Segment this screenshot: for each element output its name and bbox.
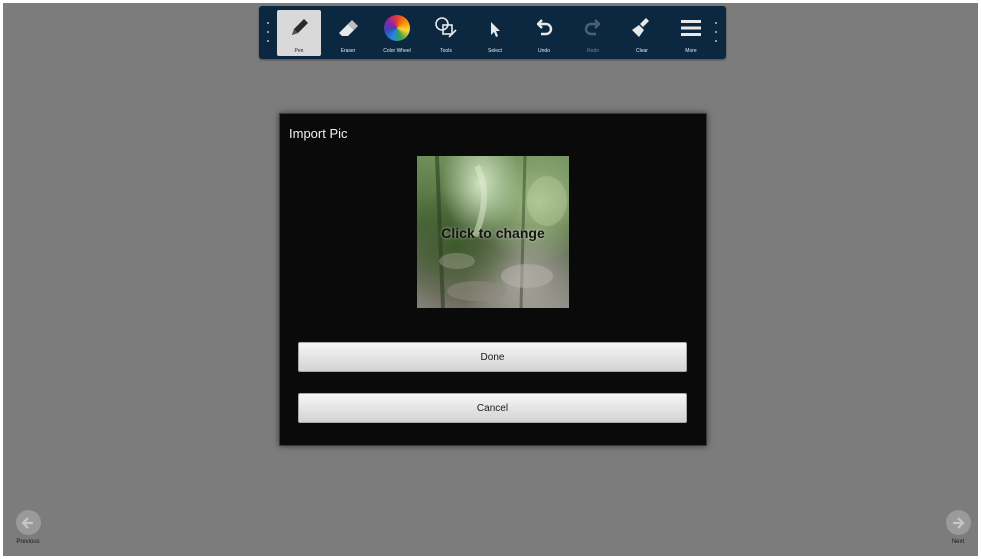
cancel-button[interactable]: Cancel: [298, 393, 687, 423]
toolbar-grip-left[interactable]: [267, 22, 270, 42]
tool-eraser[interactable]: Eraser: [326, 10, 370, 56]
tool-color-wheel[interactable]: Color Wheel: [375, 10, 419, 56]
tool-more[interactable]: More: [669, 10, 713, 56]
import-pic-dialog: Import Pic Click to change Done Cancel: [279, 113, 707, 446]
tool-tools[interactable]: Tools: [424, 10, 468, 56]
eraser-icon: [334, 14, 362, 42]
tool-label: Color Wheel: [383, 48, 411, 54]
tool-pen[interactable]: Pen: [277, 10, 321, 56]
tool-label: Redo: [587, 48, 599, 54]
click-to-change-label: Click to change: [441, 225, 545, 241]
previous-label: Previous: [16, 539, 40, 545]
dialog-title: Import Pic: [289, 126, 348, 141]
arrow-left-icon: [15, 510, 41, 535]
previous-button[interactable]: Previous: [13, 510, 43, 550]
pen-icon: [285, 14, 313, 42]
toolbar: Pen Eraser Color Wheel Tools Select Undo: [259, 6, 726, 59]
tool-redo[interactable]: Redo: [571, 10, 615, 56]
next-button[interactable]: Next: [943, 510, 973, 550]
broom-icon: [628, 14, 656, 42]
tool-clear[interactable]: Clear: [620, 10, 664, 56]
done-button[interactable]: Done: [298, 342, 687, 372]
tool-label: Eraser: [340, 48, 356, 54]
shapes-icon: [432, 14, 460, 42]
tool-select[interactable]: Select: [473, 10, 517, 56]
tool-label: Clear: [636, 48, 648, 54]
picture-preview[interactable]: Click to change: [417, 156, 569, 308]
tool-label: Pen: [294, 48, 304, 54]
menu-icon: [677, 14, 705, 42]
tool-label: Select: [488, 48, 502, 54]
color-wheel-icon: [383, 14, 411, 42]
tool-label: Undo: [538, 48, 550, 54]
redo-icon: [579, 14, 607, 42]
cursor-icon: [481, 14, 509, 42]
tool-label: Tools: [440, 48, 452, 54]
arrow-right-icon: [945, 510, 971, 535]
next-label: Next: [951, 539, 965, 545]
toolbar-grip-right[interactable]: [715, 22, 718, 42]
tool-label: More: [685, 48, 697, 54]
tool-undo[interactable]: Undo: [522, 10, 566, 56]
undo-icon: [530, 14, 558, 42]
